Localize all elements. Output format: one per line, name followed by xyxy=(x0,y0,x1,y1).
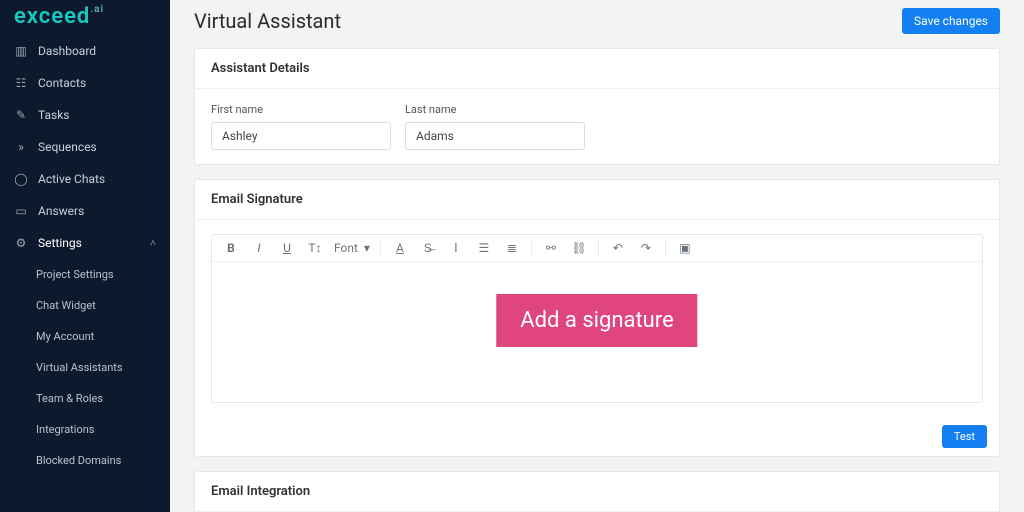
last-name-field: Last name xyxy=(405,103,585,150)
sidebar-item-settings[interactable]: ⚙ Settings ˄ xyxy=(0,227,170,259)
sidebar-item-label: Sequences xyxy=(38,140,97,154)
chevron-up-icon: ˄ xyxy=(150,238,156,249)
save-changes-button[interactable]: Save changes xyxy=(902,8,1000,34)
subnav-virtual-assistants[interactable]: Virtual Assistants xyxy=(0,352,170,383)
assistant-details-card: Assistant Details First name Last name xyxy=(194,48,1000,165)
image-icon[interactable]: ▣ xyxy=(676,241,694,255)
card-title: Assistant Details xyxy=(195,49,999,89)
brand-suffix: .ai xyxy=(90,4,104,15)
unlink-icon[interactable]: ⛓ xyxy=(570,241,588,255)
last-name-input[interactable] xyxy=(405,122,585,150)
signature-editor: B I U T↕ Font ▾ A S̶ Ⅰ ☰ ≣ xyxy=(211,234,983,403)
sidebar-nav: ▥ Dashboard ☷ Contacts ✎ Tasks » Sequenc… xyxy=(0,35,170,259)
address-book-icon: ☷ xyxy=(14,76,28,90)
subnav-my-account[interactable]: My Account xyxy=(0,321,170,352)
bar-chart-icon: ▥ xyxy=(14,44,28,58)
test-button[interactable]: Test xyxy=(942,425,987,448)
sidebar-item-label: Dashboard xyxy=(38,44,96,58)
text-color-icon[interactable]: A xyxy=(391,241,409,255)
sidebar: exceed.ai ▥ Dashboard ☷ Contacts ✎ Tasks… xyxy=(0,0,170,512)
brand-name: exceed xyxy=(14,4,90,29)
settings-subnav: Project Settings Chat Widget My Account … xyxy=(0,259,170,476)
editor-toolbar: B I U T↕ Font ▾ A S̶ Ⅰ ☰ ≣ xyxy=(212,235,982,262)
subnav-team-roles[interactable]: Team & Roles xyxy=(0,383,170,414)
subnav-integrations[interactable]: Integrations xyxy=(0,414,170,445)
double-chevron-icon: » xyxy=(14,140,28,154)
chevron-down-icon: ▾ xyxy=(364,241,370,255)
strikethrough-icon[interactable]: S̶ xyxy=(419,241,437,255)
underline-icon[interactable]: U xyxy=(278,241,296,255)
chat-bubble-icon: ◯ xyxy=(14,172,28,186)
clear-format-icon[interactable]: Ⅰ xyxy=(447,241,465,255)
separator xyxy=(598,241,599,255)
sidebar-item-label: Answers xyxy=(38,204,84,218)
page-header: Virtual Assistant Save changes xyxy=(194,8,1000,34)
text-size-icon[interactable]: T↕ xyxy=(306,241,324,255)
list-ul-icon[interactable]: ☰ xyxy=(475,241,493,255)
sidebar-item-active-chats[interactable]: ◯ Active Chats xyxy=(0,163,170,195)
first-name-field: First name xyxy=(211,103,391,150)
sidebar-item-label: Tasks xyxy=(38,108,70,122)
main-content: Virtual Assistant Save changes Assistant… xyxy=(170,0,1024,512)
subnav-blocked-domains[interactable]: Blocked Domains xyxy=(0,445,170,476)
font-select-label: Font xyxy=(334,241,358,255)
email-integration-card: Email Integration G Sync with Google Syn… xyxy=(194,471,1000,512)
first-name-label: First name xyxy=(211,103,391,116)
sidebar-item-label: Active Chats xyxy=(38,172,105,186)
separator xyxy=(531,241,532,255)
separator xyxy=(665,241,666,255)
subnav-project-settings[interactable]: Project Settings xyxy=(0,259,170,290)
page-title: Virtual Assistant xyxy=(194,9,341,33)
font-select[interactable]: Font ▾ xyxy=(334,241,381,255)
sidebar-item-label: Contacts xyxy=(38,76,86,90)
sidebar-item-sequences[interactable]: » Sequences xyxy=(0,131,170,163)
first-name-input[interactable] xyxy=(211,122,391,150)
list-ol-icon[interactable]: ≣ xyxy=(503,241,521,255)
sidebar-item-dashboard[interactable]: ▥ Dashboard xyxy=(0,35,170,67)
sidebar-item-contacts[interactable]: ☷ Contacts xyxy=(0,67,170,99)
bold-icon[interactable]: B xyxy=(222,241,240,255)
signature-callout: Add a signature xyxy=(496,294,697,347)
last-name-label: Last name xyxy=(405,103,585,116)
edit-square-icon: ✎ xyxy=(14,108,28,122)
undo-icon[interactable]: ↶ xyxy=(609,241,627,255)
gear-icon: ⚙ xyxy=(14,236,28,250)
italic-icon[interactable]: I xyxy=(250,241,268,255)
sidebar-item-tasks[interactable]: ✎ Tasks xyxy=(0,99,170,131)
sidebar-item-answers[interactable]: ▭ Answers xyxy=(0,195,170,227)
brand-logo: exceed.ai xyxy=(0,4,170,35)
card-title: Email Integration xyxy=(195,472,999,512)
question-icon: ▭ xyxy=(14,204,28,218)
email-signature-card: Email Signature B I U T↕ Font ▾ A S̶ xyxy=(194,179,1000,457)
redo-icon[interactable]: ↷ xyxy=(637,241,655,255)
subnav-chat-widget[interactable]: Chat Widget xyxy=(0,290,170,321)
card-title: Email Signature xyxy=(195,180,999,220)
signature-textarea[interactable]: Add a signature xyxy=(212,262,982,402)
sidebar-item-label: Settings xyxy=(38,236,82,250)
link-icon[interactable]: ⚯ xyxy=(542,241,560,255)
